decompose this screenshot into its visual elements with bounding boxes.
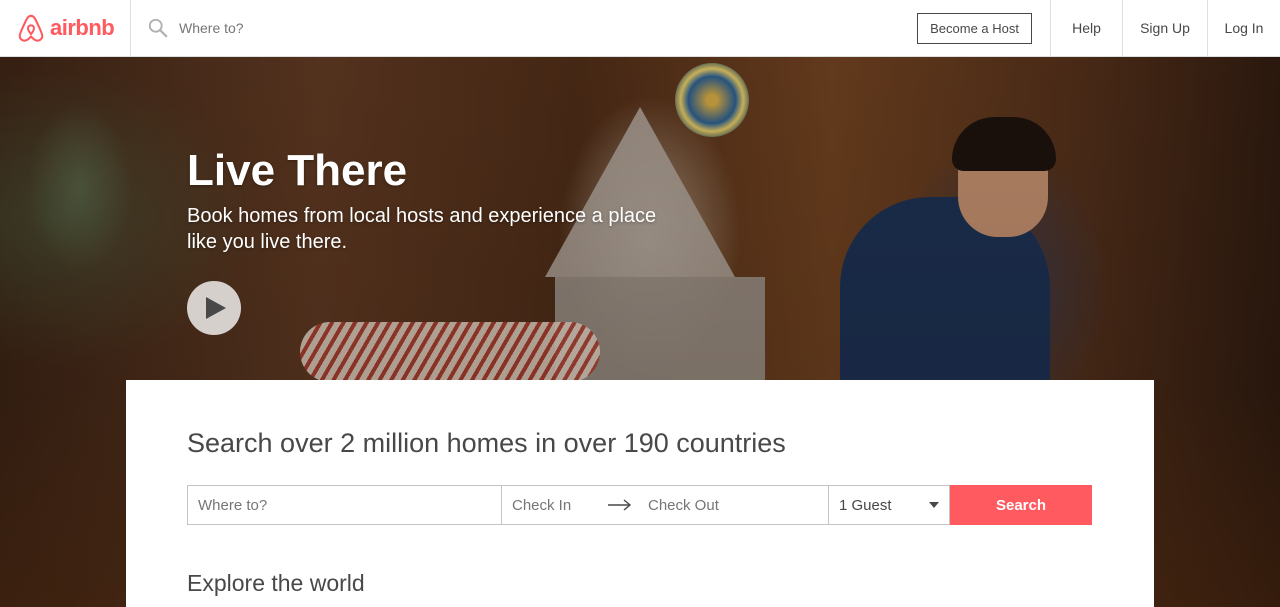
log-in-link[interactable]: Log In — [1208, 0, 1280, 56]
search-panel: Search over 2 million homes in over 190 … — [126, 380, 1154, 607]
search-panel-title: Search over 2 million homes in over 190 … — [187, 428, 786, 458]
sign-up-link[interactable]: Sign Up — [1123, 0, 1208, 56]
check-out-field[interactable]: Check Out — [648, 497, 719, 514]
header-search[interactable]: Where to? — [131, 0, 899, 56]
header-search-placeholder: Where to? — [179, 20, 244, 36]
where-to-input[interactable] — [187, 485, 502, 525]
hero-subtitle: Book homes from local hosts and experien… — [187, 205, 657, 253]
play-video-button[interactable] — [187, 281, 241, 335]
airbnb-belo-icon — [18, 14, 44, 42]
explore-heading: Explore the world — [187, 570, 365, 596]
guests-value: 1 Guest — [839, 496, 892, 514]
nav-links: Become a Host Help Sign Up Log In — [899, 0, 1280, 56]
top-navbar: airbnb Where to? Become a Host Help Sign… — [0, 0, 1280, 57]
help-link[interactable]: Help — [1051, 0, 1123, 56]
hero-text: Live There Book homes from local hosts a… — [187, 145, 657, 255]
become-host-wrapper: Become a Host — [899, 0, 1051, 56]
caret-down-icon — [929, 502, 939, 508]
airbnb-logo[interactable]: airbnb — [0, 0, 131, 56]
check-in-field[interactable]: Check In — [512, 497, 608, 514]
date-range-field[interactable]: Check In Check Out — [502, 485, 828, 525]
search-form: Check In Check Out 1 Guest Search — [187, 485, 1092, 525]
search-button[interactable]: Search — [950, 485, 1092, 525]
play-icon — [206, 297, 226, 319]
become-host-button[interactable]: Become a Host — [917, 12, 1032, 44]
arrow-right-icon — [608, 499, 642, 511]
guests-select[interactable]: 1 Guest — [828, 485, 950, 525]
hero-title: Live There — [187, 146, 408, 195]
logo-wordmark: airbnb — [50, 15, 115, 40]
search-icon — [148, 18, 168, 38]
